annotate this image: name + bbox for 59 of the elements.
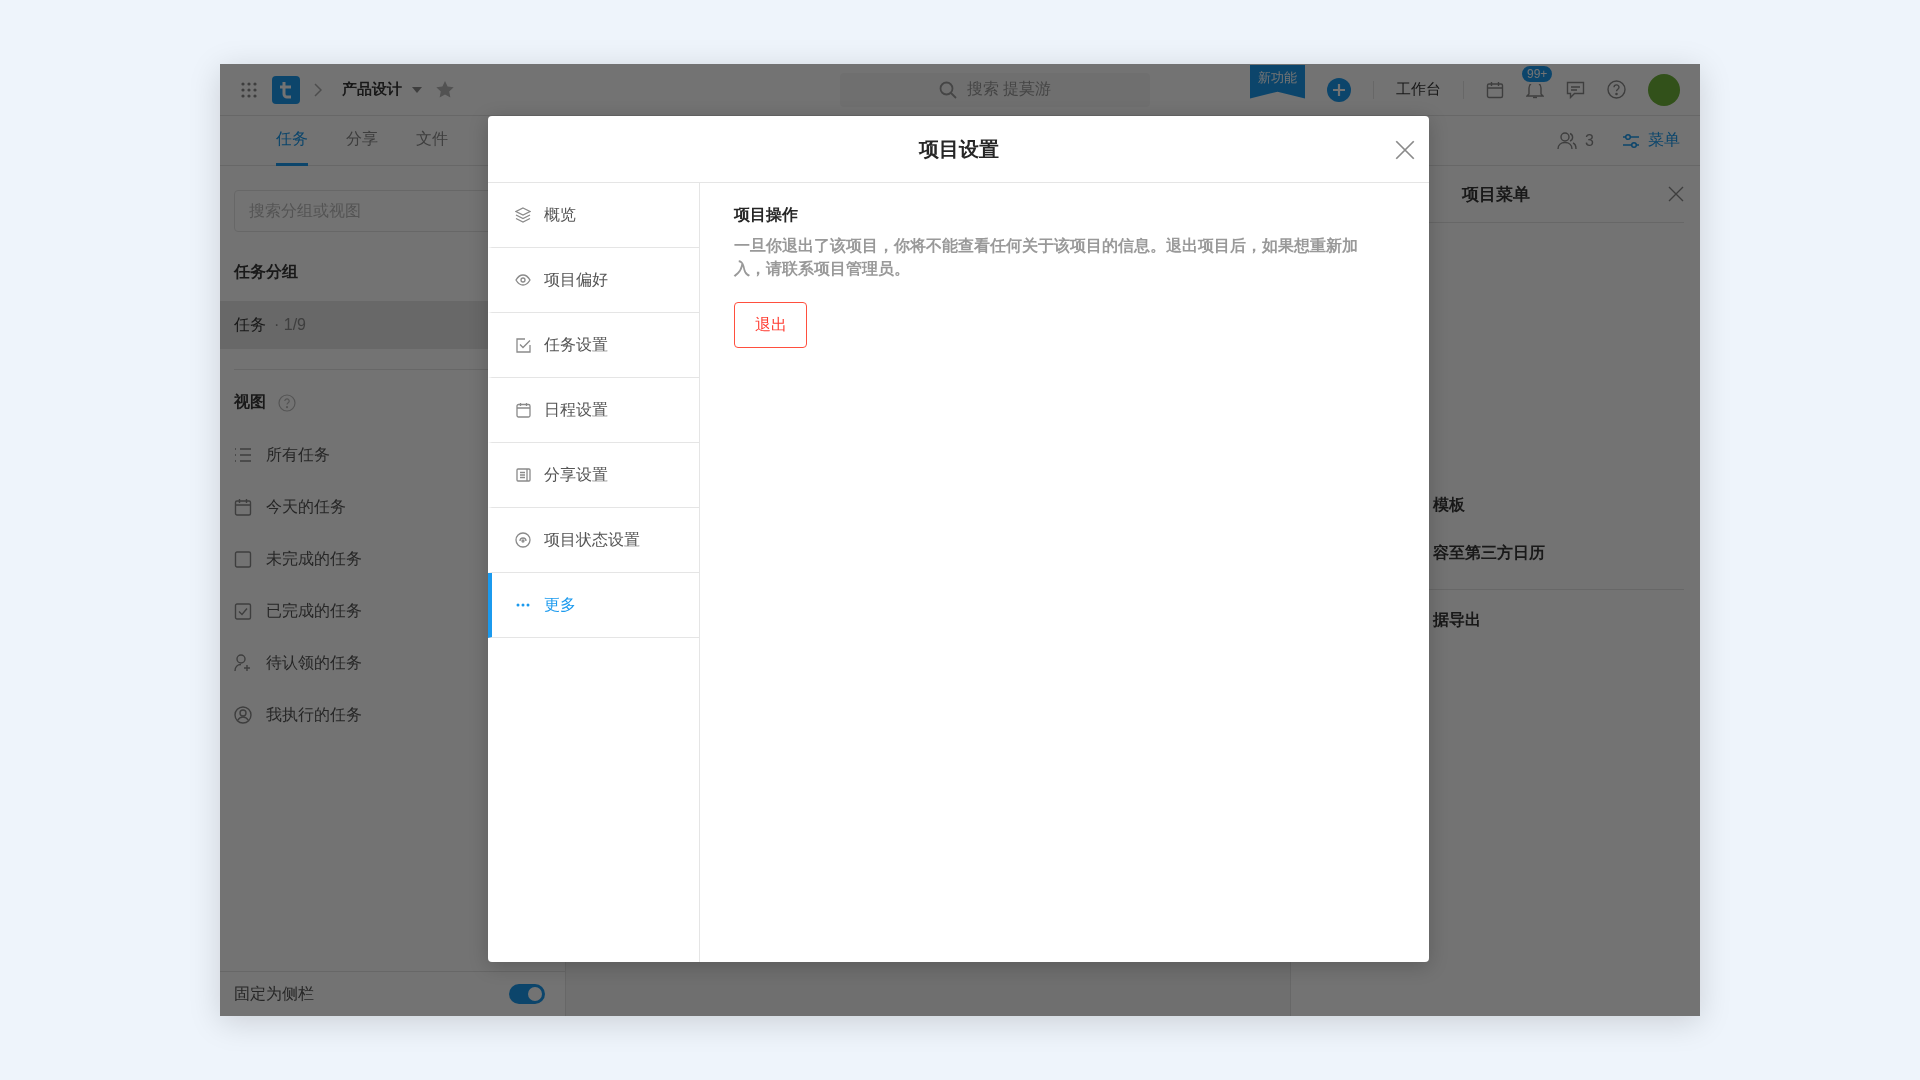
view-item[interactable]: 已完成的任务 xyxy=(266,600,362,622)
new-feature-badge[interactable]: 新功能 xyxy=(1250,64,1305,99)
dialog-title: 项目设置 xyxy=(918,136,999,162)
panel-title: 项目菜单 xyxy=(1461,183,1530,206)
help-icon[interactable] xyxy=(1607,80,1626,99)
pin-label: 固定为侧栏 xyxy=(234,983,314,1004)
leave-button[interactable]: 退出 xyxy=(734,302,807,348)
menu-button[interactable]: 菜单 xyxy=(1622,130,1680,151)
settings-nav-item[interactable]: 日程设置 xyxy=(488,378,699,443)
members-icon xyxy=(1557,131,1578,150)
workbench-link[interactable]: 工作台 xyxy=(1396,80,1441,99)
section-heading: 任务分组 xyxy=(234,262,298,282)
menu-item[interactable]: 模板 xyxy=(1433,494,1465,516)
user-circle-icon xyxy=(234,706,252,724)
document-icon xyxy=(515,468,531,482)
project-name[interactable]: 产品设计 xyxy=(342,80,402,99)
settings-nav-item[interactable]: 任务设置 xyxy=(488,313,699,378)
settings-nav-item[interactable]: 项目状态设置 xyxy=(488,508,699,573)
settings-nav-item[interactable]: 项目偏好 xyxy=(488,248,699,313)
menu-item[interactable]: 据导出 xyxy=(1433,609,1481,631)
add-icon[interactable] xyxy=(1327,77,1351,102)
caret-icon xyxy=(412,86,422,93)
list-icon xyxy=(234,447,252,463)
settings-nav-item[interactable]: 概览 xyxy=(488,183,699,248)
sliders-icon xyxy=(1622,132,1640,149)
toggle-switch[interactable] xyxy=(509,984,545,1004)
settings-nav-item[interactable]: 更多 xyxy=(488,573,699,638)
apps-grid-icon[interactable] xyxy=(240,80,258,99)
view-item[interactable]: 待认领的任务 xyxy=(266,652,362,674)
close-icon[interactable] xyxy=(1395,140,1415,160)
section-title: 项目操作 xyxy=(734,205,799,225)
app-logo[interactable] xyxy=(272,75,300,104)
settings-nav-item[interactable]: 分享设置 xyxy=(488,443,699,508)
chat-icon[interactable] xyxy=(1566,80,1585,99)
star-icon[interactable] xyxy=(436,81,454,98)
calendar-icon xyxy=(234,498,252,516)
checked-box-icon xyxy=(515,337,531,353)
view-item[interactable]: 今天的任务 xyxy=(266,496,346,518)
search-icon xyxy=(938,80,957,99)
help-icon[interactable] xyxy=(278,393,296,412)
status-icon xyxy=(515,532,531,548)
chevron-right-icon xyxy=(314,82,322,97)
close-icon[interactable] xyxy=(1668,186,1684,202)
menu-item[interactable]: 容至第三方日历 xyxy=(1433,542,1545,564)
section-heading: 视图 xyxy=(234,392,266,412)
more-icon xyxy=(516,603,530,607)
user-avatar[interactable] xyxy=(1648,73,1680,106)
view-item[interactable]: 未完成的任务 xyxy=(266,548,362,570)
calendar-icon xyxy=(515,402,531,418)
checked-box-icon xyxy=(234,602,252,620)
layers-icon xyxy=(515,207,531,223)
eye-icon xyxy=(515,274,531,286)
description-text: 一旦你退出了该项目，你将不能查看任何关于该项目的信息。退出项目后，如果想重新加入，请联系项目管理员。 xyxy=(734,236,1359,279)
user-add-icon xyxy=(234,654,252,672)
notification-badge: 99+ xyxy=(1520,64,1555,84)
view-item[interactable]: 所有任务 xyxy=(266,444,330,466)
view-item[interactable]: 我执行的任务 xyxy=(266,704,362,726)
calendar-icon[interactable] xyxy=(1486,80,1504,99)
checkbox-icon xyxy=(234,550,252,568)
